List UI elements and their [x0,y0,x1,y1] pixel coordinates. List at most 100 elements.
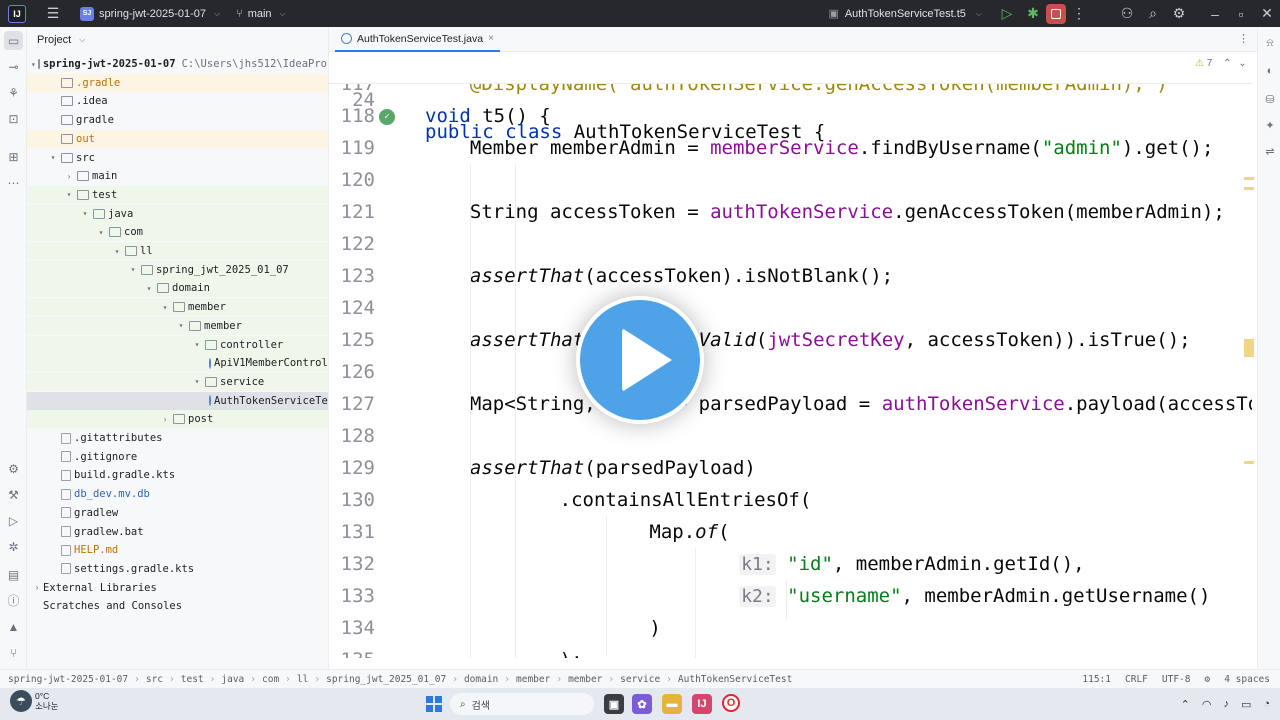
tree-item[interactable]: out [27,129,328,148]
close-tab-icon[interactable]: × [488,33,494,44]
gear-icon[interactable]: ⚙ [1166,3,1192,25]
close-icon[interactable]: ✕ [1254,3,1280,25]
tab-auth-token-service-test[interactable]: AuthTokenServiceTest.java × [335,27,500,52]
breadcrumb-item[interactable]: com [262,674,279,685]
chevron-up-icon[interactable]: ⌃ [1181,698,1190,711]
debug-icon[interactable]: ✱ [1020,3,1046,25]
notification-bell-icon[interactable]: ◔ [1263,698,1270,710]
tree-item[interactable]: gradlew [27,504,328,522]
chevron-right-icon[interactable]: › [31,583,43,592]
breadcrumb-item[interactable]: java [221,674,244,685]
warning-marker[interactable] [1244,177,1254,180]
services-icon[interactable]: ⚙ [4,459,23,478]
breadcrumb-item[interactable]: AuthTokenServiceTest [678,674,792,685]
notifications-icon[interactable]: ⍾ [1262,35,1278,51]
inspection-widget[interactable]: ⚠ 7 ⌃ ⌄ [1195,58,1247,69]
warning-marker[interactable] [1244,187,1254,190]
intellij-taskbar-icon[interactable]: IJ [692,694,712,714]
wifi-icon[interactable]: ◠ [1202,698,1212,711]
tree-item[interactable]: › External Libraries [27,579,328,597]
line-separator[interactable]: CRLF [1125,674,1148,685]
battery-icon[interactable]: ▭ [1241,698,1251,711]
more-horizontal-icon[interactable]: ⋯ [4,173,23,192]
chevron-down-icon[interactable]: ▾ [175,321,187,330]
warning-marker[interactable] [1244,461,1254,464]
bookmarks-icon[interactable]: ⊡ [4,109,23,128]
hamburger-menu-icon[interactable]: ☰ [40,3,66,25]
tree-item[interactable]: gradle [27,111,328,129]
tree-item[interactable]: › post [27,410,328,429]
project-folder-icon[interactable]: ▭ [4,31,23,50]
tree-item[interactable]: ▾ com [27,223,328,242]
video-play-button[interactable] [576,296,704,424]
chevron-down-icon[interactable]: ▾ [63,190,75,199]
file-explorer-icon[interactable]: ▬ [662,694,682,714]
chevron-down-icon[interactable]: ▾ [111,247,123,256]
tree-item[interactable]: ▾ spring_jwt_2025_01_07 [27,260,328,279]
tree-item[interactable]: .gitattributes [27,429,328,447]
tree-item[interactable]: ▾ member [27,316,328,335]
tree-item[interactable]: Scratches and Consoles [27,597,328,615]
weather-widget[interactable]: ☂ 0°C 소나눈 [10,690,58,712]
chevron-right-icon[interactable]: › [159,415,171,424]
tree-item[interactable]: gradlew.bat [27,523,328,541]
breadcrumb-item[interactable]: test [181,674,204,685]
tree-item[interactable]: ▾ domain [27,279,328,298]
branch-selector[interactable]: ⑂ main ⌵ [236,8,286,20]
opera-icon[interactable]: O [722,694,740,712]
chevron-down-icon[interactable]: ▾ [127,265,139,274]
code-editor[interactable]: 24 public class AuthTokenServiceTest { ⚠… [329,52,1252,658]
chevron-down-icon[interactable]: ▾ [95,228,107,237]
minimize-icon[interactable]: – [1202,3,1228,25]
ai-assistant-icon[interactable]: ✦ [1262,117,1278,133]
tree-item[interactable]: db_dev.mv.db [27,485,328,503]
tree-item[interactable]: build.gradle.kts [27,466,328,484]
breadcrumb-item[interactable]: spring-jwt-2025-01-07 [8,674,128,685]
build-icon[interactable]: ⚒ [4,485,23,504]
run-tool-icon[interactable]: ▷ [4,511,23,530]
tree-item[interactable]: ▾ java [27,204,328,223]
run-config-selector[interactable]: AuthTokenServiceTest.t5 [845,8,966,20]
chevron-down-icon[interactable]: ▾ [191,340,203,349]
problems-icon[interactable]: ▲ [4,617,23,636]
structure-icon[interactable]: ⊞ [4,147,23,166]
chevron-down-icon[interactable]: ▾ [143,284,155,293]
breadcrumb-item[interactable]: member [568,674,602,685]
project-selector[interactable]: SJ spring-jwt-2025-01-07 ⌵ [80,6,220,21]
more-vertical-icon[interactable]: ⋮ [1066,3,1092,25]
tree-item[interactable]: .gitignore [27,448,328,466]
gradle-icon[interactable]: ◐ [1262,63,1278,79]
breadcrumb-item[interactable]: service [620,674,660,685]
run-icon[interactable]: ▷ [994,3,1020,25]
task-view-icon[interactable]: ▣ [604,694,624,714]
breadcrumb-item[interactable]: src [146,674,163,685]
chevron-right-icon[interactable]: › [63,172,75,181]
info-icon[interactable]: ⓘ [4,591,23,610]
tree-item[interactable]: ▾ test [27,185,328,204]
search-icon[interactable]: ⌕ [1140,3,1166,25]
breadcrumb-item[interactable]: spring_jwt_2025_01_07 [326,674,446,685]
debug-tool-icon[interactable]: ✲ [4,537,23,556]
intellij-idea-icon[interactable]: IJ [8,4,26,23]
chevron-down-icon[interactable]: ▾ [159,303,171,312]
taskbar-search[interactable]: ⌕ 검색 [450,693,594,715]
tree-item[interactable]: HELP.md [27,541,328,559]
volume-icon[interactable]: ♪ [1223,698,1229,710]
chevron-down-icon[interactable]: ▾ [191,377,203,386]
maximize-icon[interactable]: ▫ [1228,3,1254,25]
chevron-down-icon[interactable]: ▾ [31,60,36,69]
file-encoding[interactable]: UTF-8 [1162,674,1191,685]
tree-item[interactable]: ▾ member [27,298,328,317]
chevron-down-icon[interactable]: ⌵ [976,9,982,19]
chevron-down-icon[interactable]: ▾ [79,209,91,218]
add-user-icon[interactable]: ⚇ [1114,3,1140,25]
tree-item[interactable]: .idea [27,92,328,110]
git-icon[interactable]: ⑂ [4,643,23,662]
breadcrumb-item[interactable]: ll [297,674,308,685]
indent-setting[interactable]: 4 spaces [1224,674,1270,685]
tree-item[interactable]: settings.gradle.kts [27,560,328,578]
breadcrumb-item[interactable]: member [516,674,550,685]
tree-item[interactable]: ▾ service [27,372,328,391]
database-icon[interactable]: ⛁ [1262,91,1278,107]
tree-item[interactable]: › main [27,167,328,185]
